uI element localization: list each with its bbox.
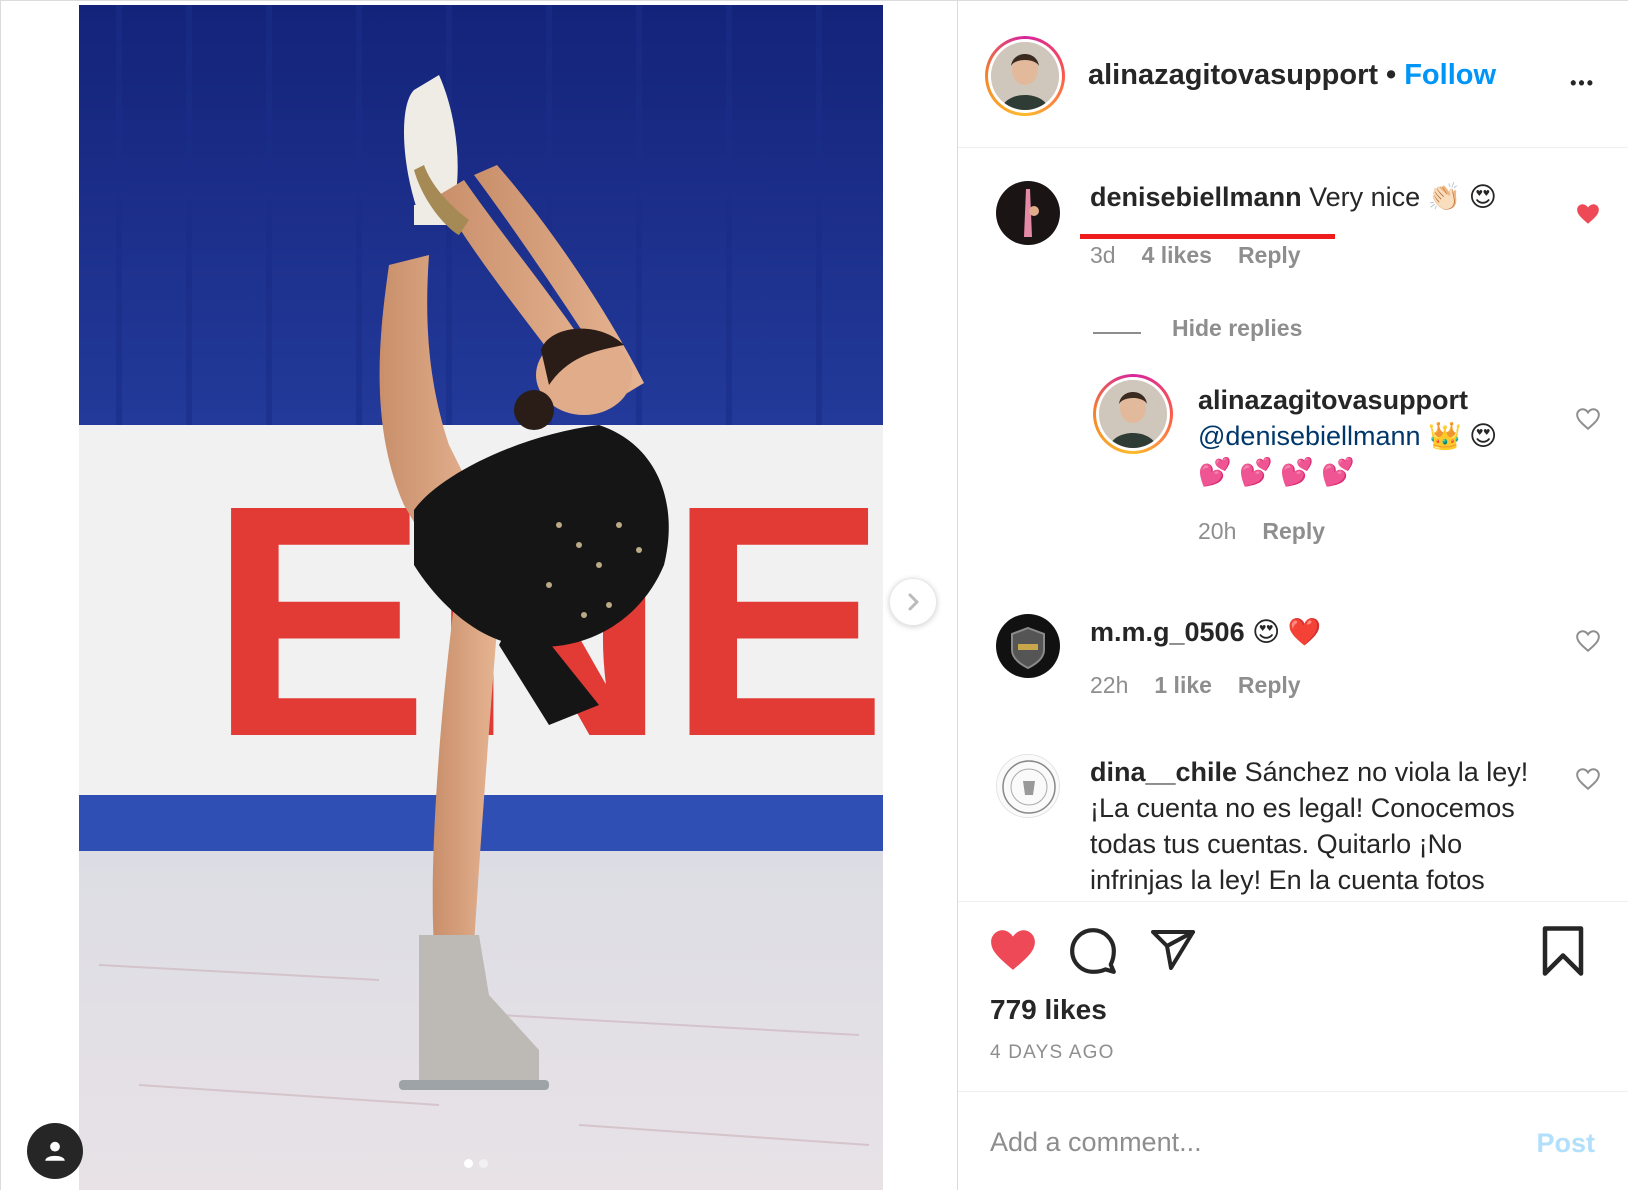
commenter-avatar[interactable] xyxy=(996,181,1060,245)
comment-likes[interactable]: 1 like xyxy=(1154,672,1212,699)
bookmark-icon[interactable] xyxy=(1540,924,1586,978)
share-icon[interactable] xyxy=(1148,926,1198,974)
next-photo-button[interactable] xyxy=(889,578,937,626)
post-actions: 779 likes 4 DAYS AGO xyxy=(958,901,1628,1091)
follow-button[interactable]: Follow xyxy=(1404,59,1496,91)
comment-icon[interactable] xyxy=(1068,926,1118,976)
heart-icon[interactable] xyxy=(1575,406,1601,432)
reply-meta: 20h Reply xyxy=(1198,518,1325,545)
mention-link[interactable]: @denisebiellmann xyxy=(1198,421,1421,451)
more-icon: ••• xyxy=(1570,73,1595,93)
author-line: alinazagitovasupport • Follow xyxy=(1088,59,1496,92)
comment-body: dina__chile Sánchez no viola la ley! ¡La… xyxy=(1090,754,1560,898)
comment-text-line3: todas tus cuentas. Quitarlo ¡No xyxy=(1090,829,1463,859)
commenter-avatar[interactable] xyxy=(996,754,1060,818)
user-icon xyxy=(45,1141,65,1161)
reply-text: 👑 😍 xyxy=(1428,421,1498,451)
author-avatar-image xyxy=(991,42,1059,110)
post-comment-button[interactable]: Post xyxy=(1536,1128,1595,1159)
comment-bar: Post xyxy=(958,1091,1628,1190)
hide-replies-button[interactable]: Hide replies xyxy=(1172,315,1302,342)
post-side-panel: alinazagitovasupport • Follow ••• denisebi… xyxy=(957,0,1628,1190)
commenter-avatar-image xyxy=(997,755,1059,817)
commenter-avatar-image xyxy=(996,181,1060,245)
post-header: alinazagitovasupport • Follow ••• xyxy=(958,1,1628,148)
comment-time[interactable]: 3d xyxy=(1090,242,1116,269)
commenter-avatar-image xyxy=(996,614,1060,678)
author-avatar[interactable] xyxy=(985,36,1065,116)
comment-body: m.m.g_0506 😍 ❤️ xyxy=(1090,614,1321,650)
reply-button[interactable]: Reply xyxy=(1238,242,1301,269)
reply-button[interactable]: Reply xyxy=(1262,518,1325,545)
reply-text-line2: 💕 💕 💕 💕 xyxy=(1198,457,1355,487)
carousel-indicator xyxy=(464,1159,488,1168)
comment-body: denisebiellmann Very nice 👏🏻 😍 xyxy=(1090,179,1497,215)
heart-icon[interactable] xyxy=(1575,201,1601,227)
commenter-avatar[interactable] xyxy=(996,614,1060,678)
reply-body: alinazagitovasupport @denisebiellmann 👑 … xyxy=(1198,382,1497,490)
reply-time[interactable]: 20h xyxy=(1198,518,1236,545)
media-panel: ENE xyxy=(0,0,957,1190)
comment-text-line2: ¡La cuenta no es legal! Conocemos xyxy=(1090,793,1515,823)
comment-username[interactable]: dina__chile xyxy=(1090,757,1237,787)
more-options-button[interactable]: ••• xyxy=(1570,63,1595,97)
divider xyxy=(1093,332,1141,334)
comment-time[interactable]: 22h xyxy=(1090,672,1128,699)
comment-username[interactable]: denisebiellmann xyxy=(1090,182,1302,212)
reply-avatar-image xyxy=(1099,380,1167,448)
comment-likes[interactable]: 4 likes xyxy=(1142,242,1212,269)
comment-meta: 22h 1 like Reply xyxy=(1090,672,1301,699)
comment-text: Very nice 👏🏻 😍 xyxy=(1309,182,1497,212)
carousel-dot-active xyxy=(464,1159,473,1168)
reply-avatar[interactable] xyxy=(1093,374,1173,454)
post-photo[interactable]: ENE xyxy=(79,5,883,1190)
comment-text: Sánchez no viola la ley! xyxy=(1244,757,1529,787)
comment-input[interactable] xyxy=(990,1120,1510,1164)
chevron-right-icon xyxy=(908,593,919,611)
comment-username[interactable]: m.m.g_0506 xyxy=(1090,617,1245,647)
post-age[interactable]: 4 DAYS AGO xyxy=(990,1042,1115,1064)
comment-meta: 3d 4 likes Reply xyxy=(1090,242,1301,269)
tagged-users-button[interactable] xyxy=(27,1123,83,1179)
comment-text-line4: infrinjas la ley! En la cuenta fotos xyxy=(1090,865,1485,895)
comment-item: denisebiellmann Very nice 👏🏻 😍 3d 4 like… xyxy=(958,179,1628,299)
carousel-dot xyxy=(479,1159,488,1168)
comments-list[interactable]: denisebiellmann Very nice 👏🏻 😍 3d 4 like… xyxy=(958,149,1628,901)
figure-skater-image: ENE xyxy=(79,5,883,1190)
hide-replies-row[interactable]: Hide replies xyxy=(958,309,1628,349)
author-username[interactable]: alinazagitovasupport xyxy=(1088,59,1378,91)
reply-item: alinazagitovasupport @denisebiellmann 👑 … xyxy=(958,374,1628,554)
like-heart-icon[interactable] xyxy=(988,926,1038,972)
heart-icon[interactable] xyxy=(1575,766,1601,792)
reply-username[interactable]: alinazagitovasupport xyxy=(1198,385,1468,415)
comment-item: dina__chile Sánchez no viola la ley! ¡La… xyxy=(958,754,1628,901)
comment-item: m.m.g_0506 😍 ❤️ 22h 1 like Reply xyxy=(958,614,1628,734)
comment-text: 😍 ❤️ xyxy=(1252,617,1322,647)
red-underline-annotation xyxy=(1080,234,1335,239)
reply-button[interactable]: Reply xyxy=(1238,672,1301,699)
likes-count[interactable]: 779 likes xyxy=(990,994,1107,1026)
separator-dot: • xyxy=(1386,59,1397,91)
heart-icon[interactable] xyxy=(1575,628,1601,654)
